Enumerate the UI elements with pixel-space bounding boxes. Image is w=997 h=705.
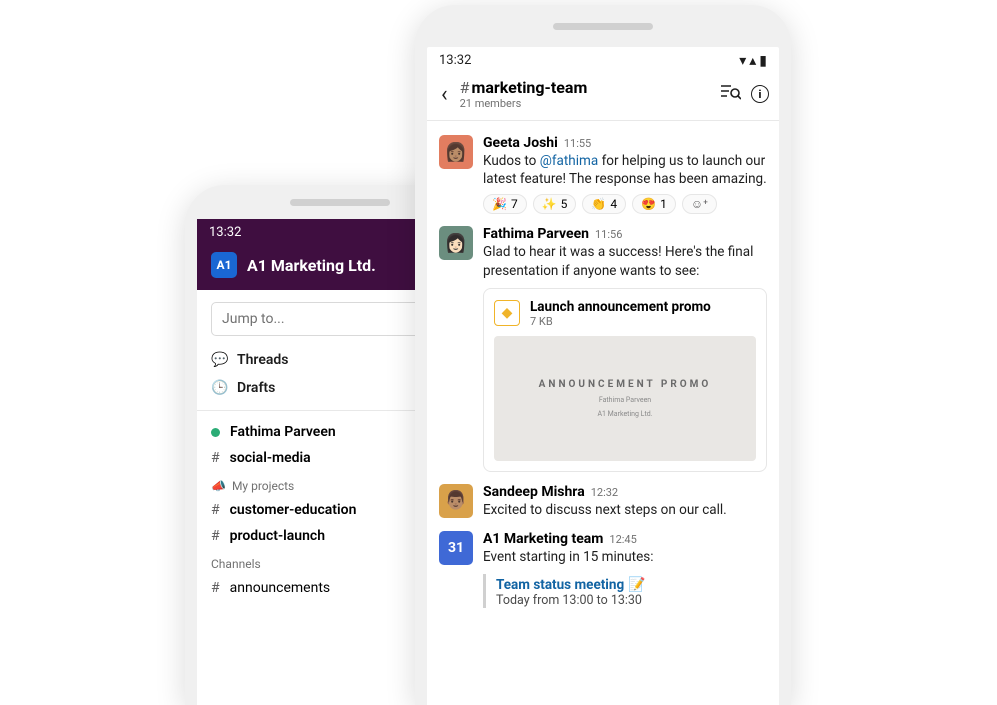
back-button[interactable]: ‹ (437, 80, 452, 109)
file-name: Launch announcement promo (530, 299, 711, 315)
channel-label: announcements (230, 580, 331, 596)
hash-icon: # (211, 450, 220, 466)
phone-speaker (553, 23, 653, 30)
hash-icon: # (460, 78, 470, 97)
section-label: Channels (211, 557, 261, 571)
message-author[interactable]: Sandeep Mishra (483, 484, 585, 500)
megaphone-icon: 📣 (211, 479, 226, 493)
wifi-icon: ▾ (739, 54, 746, 68)
memo-icon: 📝 (628, 577, 645, 593)
mention[interactable]: @fathima (540, 153, 598, 169)
status-bar: 13:32 ▾ ▴ ▮ (427, 47, 779, 72)
message[interactable]: 👩🏻 Fathima Parveen 11:56 Glad to hear it… (439, 220, 767, 477)
status-time: 13:32 (209, 225, 241, 240)
message-body: Excited to discuss next steps on our cal… (483, 501, 767, 519)
reaction-tada[interactable]: 🎉7 (483, 194, 527, 214)
message-body: Event starting in 15 minutes: (483, 548, 767, 566)
google-drive-icon: ◆ (494, 300, 520, 326)
message-time: 12:45 (609, 533, 636, 546)
message-time: 12:32 (591, 486, 618, 499)
file-attachment[interactable]: ◆ Launch announcement promo 7 KB ANNOUNC… (483, 288, 767, 472)
message-body: Glad to hear it was a success! Here's th… (483, 243, 767, 279)
phone-speaker (290, 199, 390, 206)
message-body: Kudos to @fathima for helping us to laun… (483, 152, 767, 188)
calendar-event[interactable]: Team status meeting 📝 Today from 13:00 t… (483, 574, 767, 608)
channel-label: social-media (230, 450, 311, 466)
reaction-clap[interactable]: 👏4 (582, 194, 626, 214)
reaction-heart-eyes[interactable]: 😍1 (632, 194, 676, 214)
status-time: 13:32 (439, 53, 471, 68)
hash-icon: # (211, 528, 220, 544)
file-preview[interactable]: ANNOUNCEMENT PROMO Fathima Parveen A1 Ma… (494, 336, 756, 461)
threads-label: Threads (237, 352, 288, 368)
file-size: 7 KB (530, 315, 711, 328)
message-feed: 👩🏽 Geeta Joshi 11:55 Kudos to @fathima f… (427, 121, 779, 608)
channel-label: product-launch (230, 528, 325, 544)
channel-title-block[interactable]: # marketing-team 21 members (460, 78, 711, 110)
status-icons: ▾ ▴ ▮ (739, 54, 767, 68)
message-time: 11:55 (564, 137, 591, 150)
preview-title: ANNOUNCEMENT PROMO (539, 379, 712, 390)
battery-icon: ▮ (759, 54, 767, 68)
channel-label: customer-education (230, 502, 357, 518)
event-title[interactable]: Team status meeting (496, 577, 624, 593)
preview-sub: Fathima Parveen (599, 396, 651, 404)
message[interactable]: 👨🏽 Sandeep Mishra 12:32 Excited to discu… (439, 478, 767, 525)
message-author[interactable]: Geeta Joshi (483, 135, 558, 151)
avatar[interactable]: 👩🏻 (439, 226, 473, 260)
filter-search-icon[interactable] (719, 84, 743, 105)
message-app[interactable]: 31 A1 Marketing team 12:45 Event startin… (439, 525, 767, 572)
hash-icon: # (211, 580, 220, 596)
workspace-name: A1 Marketing Ltd. (247, 256, 376, 275)
message-time: 11:56 (595, 228, 622, 241)
avatar[interactable]: 👨🏽 (439, 484, 473, 518)
section-label: My projects (232, 479, 294, 493)
add-reaction-button[interactable]: ☺⁺ (682, 194, 717, 214)
message-author[interactable]: A1 Marketing team (483, 531, 603, 547)
channel-header: ‹ # marketing-team 21 members i (427, 72, 779, 121)
message-author[interactable]: Fathima Parveen (483, 226, 589, 242)
drafts-icon: 🕒 (211, 380, 227, 396)
drafts-label: Drafts (237, 380, 275, 396)
info-icon[interactable]: i (751, 85, 769, 103)
dm-name: Fathima Parveen (230, 424, 336, 440)
workspace-badge: A1 (211, 252, 237, 278)
reactions: 🎉7 ✨5 👏4 😍1 ☺⁺ (483, 194, 767, 214)
presence-icon (211, 428, 220, 437)
signal-icon: ▴ (749, 54, 756, 68)
channel-name: marketing-team (471, 78, 587, 97)
channel-members: 21 members (460, 97, 711, 110)
hash-icon: # (211, 502, 220, 518)
phone-right: 13:32 ▾ ▴ ▮ ‹ # marketing-team 21 member… (415, 5, 791, 705)
threads-icon: 💬 (211, 352, 227, 368)
calendar-icon: 31 (439, 531, 473, 565)
event-time: Today from 13:00 to 13:30 (496, 593, 767, 608)
reaction-sparkles[interactable]: ✨5 (533, 194, 577, 214)
screen-right: 13:32 ▾ ▴ ▮ ‹ # marketing-team 21 member… (427, 47, 779, 705)
preview-sub: A1 Marketing Ltd. (597, 410, 652, 418)
avatar[interactable]: 👩🏽 (439, 135, 473, 169)
message[interactable]: 👩🏽 Geeta Joshi 11:55 Kudos to @fathima f… (439, 129, 767, 220)
